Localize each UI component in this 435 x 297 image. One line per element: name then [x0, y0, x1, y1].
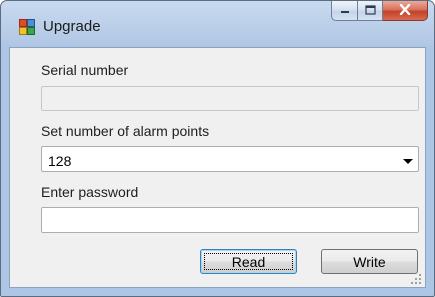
close-button[interactable]	[383, 1, 428, 21]
alarm-points-value: 128	[48, 153, 72, 169]
read-button[interactable]: Read	[200, 249, 297, 274]
close-icon	[399, 2, 411, 20]
read-button-label: Read	[231, 253, 266, 270]
minimize-icon	[340, 2, 350, 20]
resize-grip-icon[interactable]	[410, 272, 422, 284]
app-window-icon	[19, 19, 35, 35]
chevron-down-icon	[403, 159, 413, 164]
caption-buttons	[331, 1, 428, 23]
password-field[interactable]	[41, 207, 419, 233]
upgrade-window: Upgrade Serial number Set number of alar…	[0, 0, 435, 297]
alarm-points-label: Set number of alarm points	[41, 123, 210, 139]
window-title: Upgrade	[43, 18, 101, 35]
title-bar[interactable]: Upgrade	[1, 1, 434, 47]
alarm-points-dropdown[interactable]: 128	[41, 146, 419, 172]
serial-number-field	[41, 86, 419, 111]
minimize-button[interactable]	[331, 1, 357, 21]
maximize-icon	[364, 2, 376, 20]
write-button[interactable]: Write	[321, 249, 418, 274]
password-label: Enter password	[41, 184, 139, 200]
write-button-label: Write	[353, 253, 386, 270]
serial-number-label: Serial number	[41, 62, 129, 78]
dialog-body: Serial number Set number of alarm points…	[9, 47, 426, 288]
maximize-button[interactable]	[357, 1, 383, 21]
